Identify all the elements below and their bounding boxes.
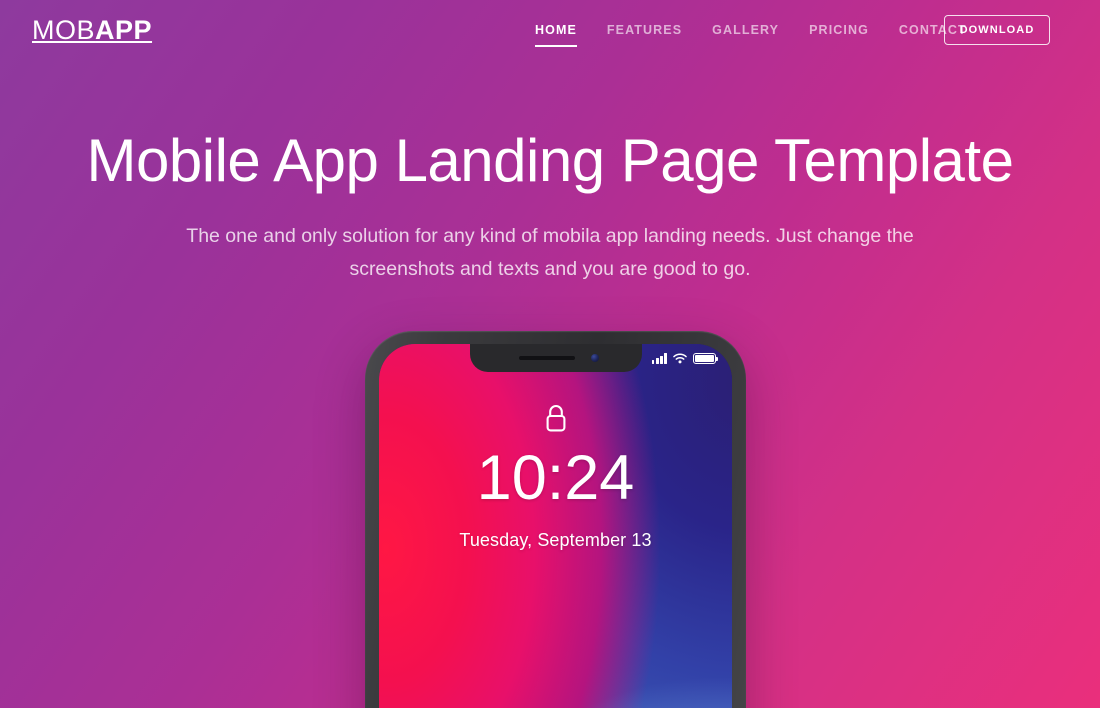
phone-notch <box>469 344 642 372</box>
brand-logo-bold: APP <box>95 15 153 45</box>
nav-item-pricing-label: PRICING <box>809 23 869 37</box>
nav-item-features-label: FEATURES <box>606 23 683 37</box>
signal-bars-icon <box>651 353 667 364</box>
phone-wallpaper <box>379 344 732 708</box>
lockscreen-time: 10:24 <box>476 443 635 513</box>
nav-item-home-label: HOME <box>535 23 577 37</box>
phone-mockup: 10:24 Tuesday, September 13 <box>365 331 746 708</box>
front-camera-icon <box>590 354 599 362</box>
brand-logo-light: MOB <box>32 15 96 45</box>
nav-item-pricing[interactable]: PRICING <box>794 22 884 38</box>
nav-active-underline <box>535 45 577 47</box>
nav-item-gallery-label: GALLERY <box>712 23 780 37</box>
nav-item-home[interactable]: HOME <box>520 22 592 47</box>
brand-logo[interactable]: MOBAPP <box>32 17 152 44</box>
main-navigation: HOME FEATURES GALLERY PRICING CONTACT <box>520 22 982 47</box>
lock-closed-icon <box>544 404 568 438</box>
site-header: MOBAPP HOME FEATURES GALLERY PRICING CON… <box>0 0 1100 62</box>
nav-item-gallery[interactable]: GALLERY <box>697 22 794 38</box>
phone-status-bar <box>651 353 718 364</box>
hero-title: Mobile App Landing Page Template <box>86 127 1014 194</box>
phone-screen: 10:24 Tuesday, September 13 <box>379 344 732 708</box>
wifi-icon <box>673 353 687 364</box>
battery-full-icon <box>693 353 718 364</box>
earpiece-speaker-icon <box>518 356 575 360</box>
download-button[interactable]: DOWNLOAD <box>944 15 1050 45</box>
hero-subtitle: The one and only solution for any kind o… <box>186 225 914 280</box>
phone-frame: 10:24 Tuesday, September 13 <box>365 331 746 708</box>
lockscreen-date: Tuesday, September 13 <box>459 530 652 550</box>
nav-item-features[interactable]: FEATURES <box>592 22 697 38</box>
